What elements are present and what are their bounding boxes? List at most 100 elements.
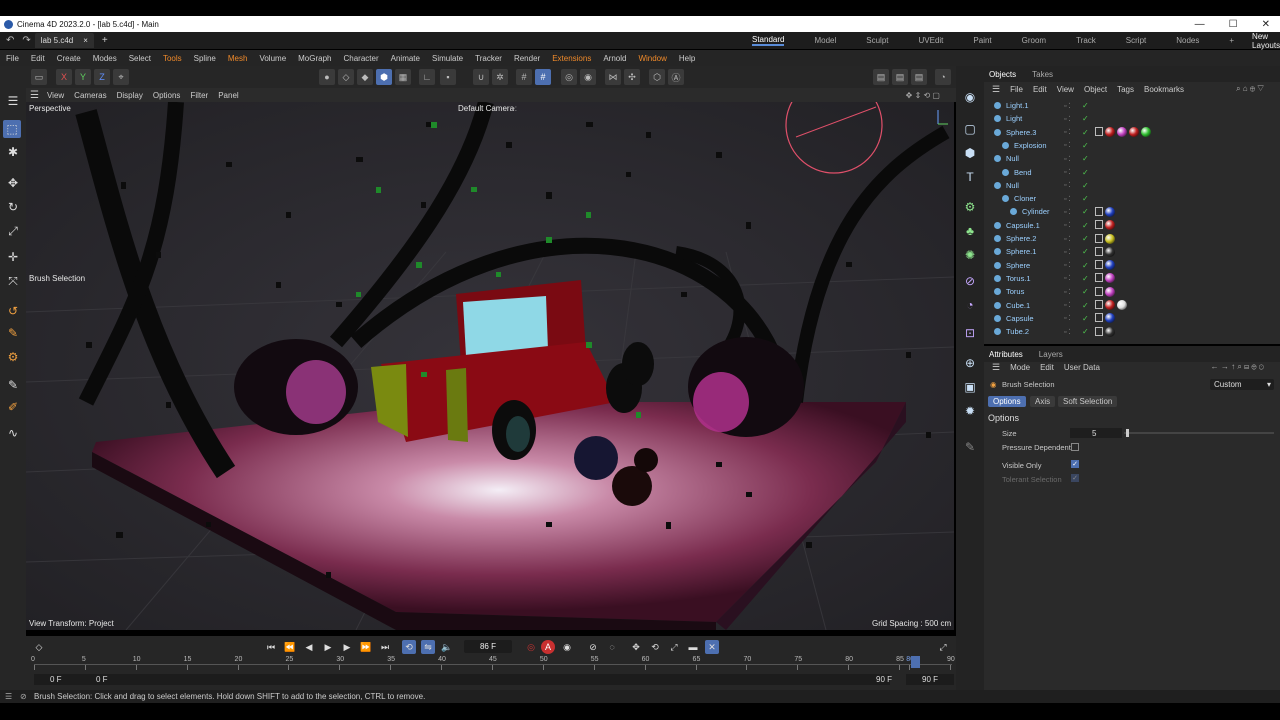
menu-spline[interactable]: Spline [194, 54, 216, 63]
material-tag-icon[interactable] [1105, 246, 1115, 257]
object-row[interactable]: Cloner ▫ ⁚ ✓ [984, 192, 1280, 205]
viewport-nav-icons[interactable]: ✥ ⇕ ⟲ ▢ [906, 91, 940, 100]
tab-attributes[interactable]: Attributes [989, 350, 1023, 359]
visibility-dots-icon[interactable]: ▫ ⁚ [1064, 208, 1071, 216]
sound-icon[interactable]: 🔈 [440, 640, 454, 654]
playhead[interactable] [911, 656, 920, 668]
solo-icon[interactable]: ◉ [580, 69, 596, 85]
vp-menu-cameras[interactable]: Cameras [74, 91, 106, 100]
phong-tag-icon[interactable] [1095, 286, 1103, 296]
object-row[interactable]: Null ▫ ⁚ ✓ [984, 152, 1280, 165]
attr-menu-mode[interactable]: Mode [1010, 363, 1030, 372]
object-name[interactable]: Sphere.1 [1006, 247, 1036, 256]
enabled-check-icon[interactable]: ✓ [1082, 221, 1089, 230]
object-name[interactable]: Torus [1006, 287, 1024, 296]
object-name[interactable]: Cloner [1014, 194, 1036, 203]
enabled-check-icon[interactable]: ✓ [1082, 207, 1089, 216]
material-tag-icon[interactable] [1141, 127, 1151, 138]
menu-create[interactable]: Create [57, 54, 81, 63]
object-name[interactable]: Cube.1 [1006, 301, 1030, 310]
subtab-options[interactable]: Options [988, 396, 1026, 407]
visibility-dots-icon[interactable]: ▫ ⁚ [1064, 102, 1071, 110]
visibility-dots-icon[interactable]: ▫ ⁚ [1064, 274, 1071, 282]
object-row[interactable]: Sphere.1 ▫ ⁚ ✓ [984, 245, 1280, 258]
subtab-axis[interactable]: Axis [1030, 396, 1056, 407]
keyframe-icon[interactable]: ◇ [32, 640, 46, 654]
material-tag-icon[interactable] [1105, 233, 1115, 244]
viewport-view-name[interactable]: Perspective [29, 104, 71, 113]
phong-tag-icon[interactable] [1095, 300, 1103, 309]
vp-menu-view[interactable]: View [47, 91, 64, 100]
menu-volume[interactable]: Volume [259, 54, 286, 63]
select-tool-icon[interactable]: ⬚ [3, 120, 21, 138]
autokey-icon[interactable]: A [541, 640, 555, 654]
spline-rectangle-icon[interactable]: ▢ [961, 120, 979, 138]
enabled-check-icon[interactable]: ✓ [1082, 314, 1089, 323]
material-tag-icon[interactable] [1105, 206, 1115, 217]
add-layout-icon[interactable]: + [1229, 36, 1234, 45]
attr-pressure-checkbox[interactable] [1071, 443, 1079, 451]
enabled-check-icon[interactable]: ✓ [1082, 327, 1089, 336]
end-frame-field[interactable]: 90 F [906, 674, 954, 685]
object-row[interactable]: Capsule ▫ ⁚ ✓ [984, 312, 1280, 325]
vp-menu-panel[interactable]: Panel [218, 91, 238, 100]
object-name[interactable]: Null [1006, 154, 1019, 163]
previous-key-icon[interactable]: ⏪ [283, 640, 297, 654]
cube-object-icon[interactable]: ◉ [961, 88, 979, 106]
phong-tag-icon[interactable] [1095, 260, 1103, 270]
attr-preset-dropdown[interactable]: Custom ▾ [1210, 379, 1274, 390]
timeline-expand-icon[interactable]: ⤢ [936, 640, 950, 654]
visibility-dots-icon[interactable]: ▫ ⁚ [1064, 195, 1071, 203]
key-rotation-icon[interactable]: ◌ [605, 640, 619, 654]
symmetry-settings-icon[interactable]: ✣ [624, 69, 640, 85]
vp-menu-filter[interactable]: Filter [190, 91, 208, 100]
preview-max-field[interactable]: 90 F [876, 674, 906, 685]
key-position-icon[interactable]: ⊘ [586, 640, 600, 654]
playback-rate-icon[interactable]: ⇋ [421, 640, 435, 654]
visibility-dots-icon[interactable]: ▫ ⁚ [1064, 128, 1071, 136]
material-tag-icon[interactable] [1105, 313, 1115, 324]
visibility-dots-icon[interactable]: ▫ ⁚ [1064, 288, 1071, 296]
menu-animate[interactable]: Animate [391, 54, 420, 63]
attr-menu-user-data[interactable]: User Data [1064, 363, 1100, 372]
enabled-check-icon[interactable]: ✓ [1082, 194, 1089, 203]
preview-min-field[interactable]: 0 F [94, 674, 890, 685]
axis-z-button[interactable]: Z [94, 69, 110, 85]
material-tag-icon[interactable] [1117, 127, 1127, 138]
enabled-check-icon[interactable]: ✓ [1082, 141, 1089, 150]
visibility-dots-icon[interactable]: ▫ ⁚ [1064, 141, 1071, 149]
enabled-check-icon[interactable]: ✓ [1082, 101, 1089, 110]
visibility-dots-icon[interactable]: ▫ ⁚ [1064, 235, 1071, 243]
polygons-mode-icon[interactable]: ◆ [357, 69, 373, 85]
enabled-check-icon[interactable]: ✓ [1082, 301, 1089, 310]
close-window-icon[interactable]: ✕ [1262, 19, 1270, 30]
object-name[interactable]: Explosion [1014, 141, 1047, 150]
menu-edit[interactable]: Edit [31, 54, 45, 63]
enabled-check-icon[interactable]: ✓ [1082, 154, 1089, 163]
material-tag-icon[interactable] [1105, 300, 1115, 310]
layout-track[interactable]: Track [1076, 36, 1096, 45]
objects-menu-file[interactable]: File [1010, 85, 1023, 94]
objects-search-icon[interactable]: ⌕ ⌂ ⊕ ▽ [1236, 84, 1264, 94]
attributes-hamburger-icon[interactable]: ☰ [992, 362, 1000, 373]
phong-tag-icon[interactable] [1095, 313, 1103, 323]
menu-tracker[interactable]: Tracker [475, 54, 502, 63]
object-row[interactable]: Sphere.2 ▫ ⁚ ✓ [984, 232, 1280, 245]
points-mode-icon[interactable]: ● [319, 69, 335, 85]
viewport-hamburger-icon[interactable]: ☰ [30, 90, 39, 101]
start-frame-field[interactable]: 0 F [34, 674, 94, 685]
transform-tool-icon[interactable]: ✛ [4, 248, 22, 266]
object-row[interactable]: Cube.1 ▫ ⁚ ✓ [984, 299, 1280, 312]
phong-tag-icon[interactable] [1095, 233, 1103, 243]
effector-icon[interactable]: ✺ [961, 246, 979, 264]
material-tag-icon[interactable] [1105, 127, 1115, 138]
object-row[interactable]: Light ▫ ⁚ ✓ [984, 112, 1280, 125]
object-name[interactable]: Capsule [1006, 314, 1034, 323]
loop-icon[interactable]: ⟲ [402, 640, 416, 654]
object-name[interactable]: Sphere.2 [1006, 234, 1036, 243]
menu-simulate[interactable]: Simulate [432, 54, 463, 63]
phong-tag-icon[interactable] [1095, 246, 1103, 256]
enabled-check-icon[interactable]: ✓ [1082, 168, 1089, 177]
attr-size-field[interactable]: 5 [1070, 428, 1122, 438]
visibility-dots-icon[interactable]: ▫ ⁚ [1064, 115, 1071, 123]
